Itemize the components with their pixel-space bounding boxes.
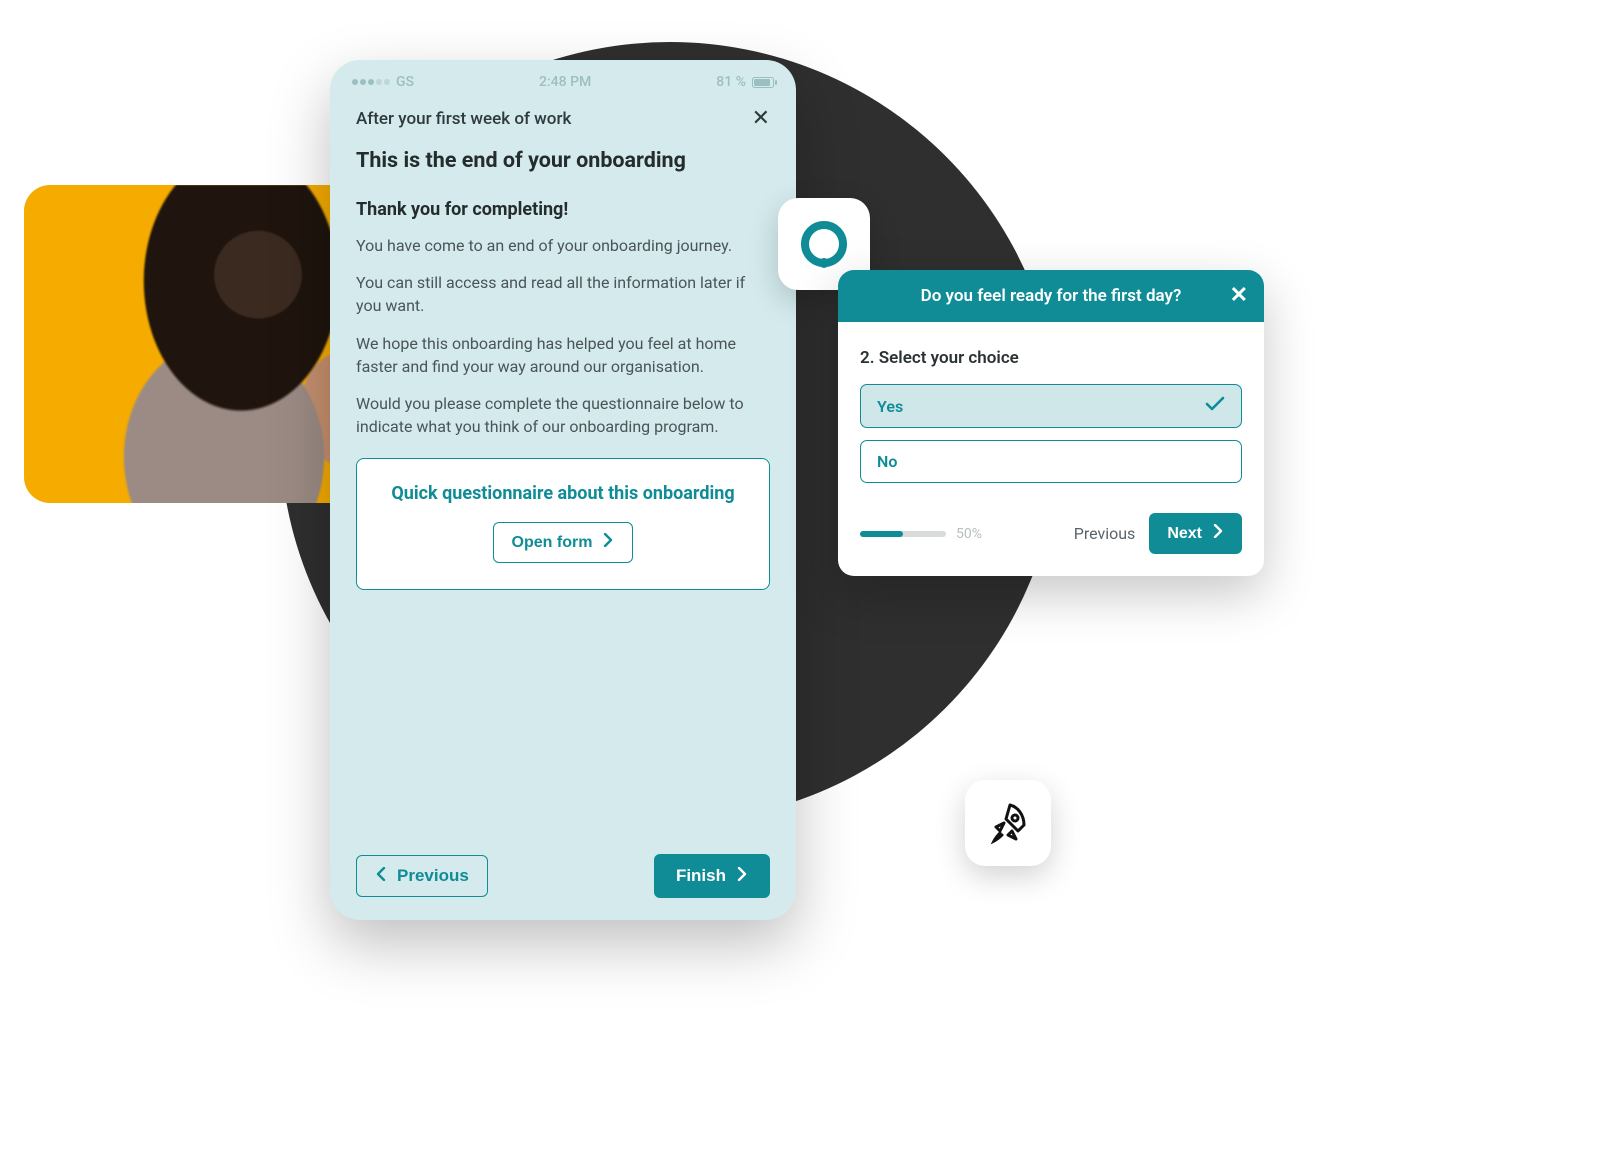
content-body: This is the end of your onboarding Thank… bbox=[330, 148, 796, 438]
quiz-next-button[interactable]: Next bbox=[1149, 513, 1242, 554]
phone-frame: GS 2:48 PM 81 % After your first week of… bbox=[330, 60, 796, 920]
finish-button[interactable]: Finish bbox=[654, 854, 770, 898]
quiz-card: Do you feel ready for the first day? ✕ 2… bbox=[838, 270, 1264, 576]
quiz-body: 2. Select your choice Yes No bbox=[838, 322, 1264, 513]
carrier-label: GS bbox=[396, 74, 414, 90]
finish-label: Finish bbox=[676, 866, 726, 886]
choice-yes[interactable]: Yes bbox=[860, 384, 1242, 428]
battery-icon bbox=[752, 77, 774, 88]
choice-label: No bbox=[877, 452, 897, 471]
paragraph: We hope this onboarding has helped you f… bbox=[356, 332, 770, 378]
paragraph: You have come to an end of your onboardi… bbox=[356, 234, 770, 257]
battery-pct: 81 % bbox=[716, 74, 746, 90]
quiz-next-label: Next bbox=[1167, 525, 1202, 543]
phone-footer: Previous Finish bbox=[356, 854, 770, 898]
choice-no[interactable]: No bbox=[860, 440, 1242, 483]
close-icon[interactable]: ✕ bbox=[752, 108, 770, 130]
check-icon bbox=[1205, 396, 1225, 416]
screen-header-title: After your first week of work bbox=[356, 109, 571, 129]
chevron-right-icon bbox=[1212, 524, 1224, 543]
rocket-icon bbox=[984, 799, 1032, 847]
form-card: Quick questionnaire about this onboardin… bbox=[356, 458, 770, 590]
quiz-header: Do you feel ready for the first day? ✕ bbox=[838, 270, 1264, 322]
page-subtitle: Thank you for completing! bbox=[356, 199, 770, 220]
chevron-left-icon bbox=[375, 866, 387, 886]
progress-track bbox=[860, 531, 946, 537]
choice-label: Yes bbox=[877, 397, 903, 416]
progress-label: 50% bbox=[956, 526, 982, 542]
status-left: GS bbox=[352, 74, 414, 90]
close-icon[interactable]: ✕ bbox=[1230, 285, 1248, 307]
progress-fill bbox=[860, 531, 903, 537]
chevron-right-icon bbox=[602, 533, 614, 552]
quiz-nav: Previous Next bbox=[1074, 513, 1242, 554]
quiz-title: Do you feel ready for the first day? bbox=[921, 286, 1182, 306]
open-form-button[interactable]: Open form bbox=[493, 522, 634, 563]
open-form-label: Open form bbox=[512, 534, 593, 552]
paragraph: Would you please complete the questionna… bbox=[356, 392, 770, 438]
status-time: 2:48 PM bbox=[539, 74, 591, 90]
quiz-question: 2. Select your choice bbox=[860, 348, 1242, 368]
form-card-title: Quick questionnaire about this onboardin… bbox=[367, 483, 759, 504]
rocket-badge bbox=[965, 780, 1051, 866]
signal-icon bbox=[352, 79, 390, 85]
quiz-previous-button[interactable]: Previous bbox=[1074, 524, 1136, 543]
progress: 50% bbox=[860, 526, 982, 542]
ring-icon bbox=[797, 217, 851, 271]
status-right: 81 % bbox=[716, 74, 774, 90]
previous-label: Previous bbox=[397, 866, 469, 886]
page-title: This is the end of your onboarding bbox=[356, 148, 770, 173]
quiz-footer: 50% Previous Next bbox=[838, 513, 1264, 576]
previous-button[interactable]: Previous bbox=[356, 855, 488, 897]
status-bar: GS 2:48 PM 81 % bbox=[330, 60, 796, 98]
chevron-right-icon bbox=[736, 866, 748, 886]
paragraph: You can still access and read all the in… bbox=[356, 271, 770, 317]
screen-header: After your first week of work ✕ bbox=[330, 98, 796, 148]
